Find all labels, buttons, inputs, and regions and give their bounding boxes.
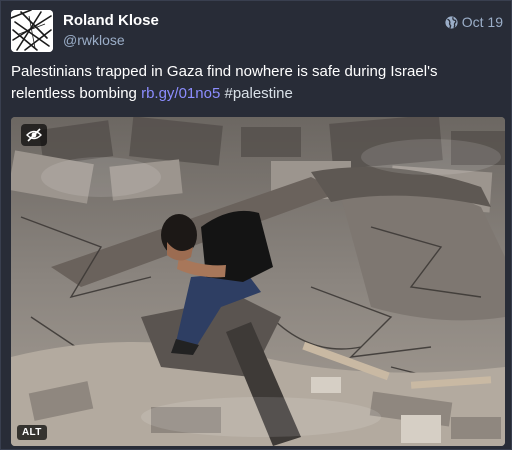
eye-slash-icon: [26, 128, 42, 142]
avatar-image: [11, 10, 53, 52]
rubble-photo: [11, 117, 505, 446]
alt-text-badge[interactable]: ALT: [17, 425, 47, 440]
post-link[interactable]: rb.gy/01no5: [141, 85, 220, 102]
status-card: Roland Klose @rwklose Oct 19 Palestinian…: [0, 0, 512, 450]
media-attachment[interactable]: ALT: [11, 117, 505, 446]
post-content: Palestinians trapped in Gaza find nowher…: [11, 61, 501, 105]
avatar[interactable]: [11, 10, 53, 52]
hashtag-link[interactable]: #palestine: [224, 85, 292, 102]
author-display-name[interactable]: Roland Klose: [63, 12, 159, 29]
globe-icon: [445, 15, 458, 29]
post-timestamp[interactable]: Oct 19: [445, 14, 503, 30]
timestamp-date: Oct 19: [461, 14, 503, 30]
author-handle[interactable]: @rwklose: [63, 32, 125, 48]
hide-media-button[interactable]: [21, 124, 47, 146]
